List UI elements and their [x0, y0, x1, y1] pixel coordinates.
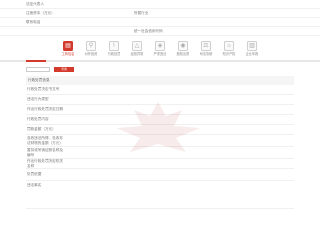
- tab-label: 企业年报: [245, 52, 259, 57]
- detail-label: 行政处罚决定书文号: [27, 87, 60, 92]
- tab-illegal[interactable]: ◈ 严重违法: [149, 41, 172, 57]
- search-button[interactable]: 查询: [54, 67, 74, 72]
- info-label: 联系电话: [26, 19, 41, 24]
- detail-row: 行政处罚内容: [26, 115, 294, 125]
- detail-label: 作出行政处罚决定日期: [27, 107, 63, 112]
- detail-label: 行政处罚内容: [27, 117, 49, 122]
- active-tab-indicator: [26, 60, 46, 62]
- tab-label: 经营异常: [130, 52, 144, 57]
- document-icon: ▤: [63, 41, 73, 52]
- detail-label: 暂扣或吊销证照名称及编号: [27, 148, 63, 157]
- info-label-2: 统一社会信用代码: [134, 28, 163, 33]
- tab-annual-report[interactable]: ▥ 企业年报: [241, 41, 264, 57]
- detail-row: 作出行政处罚决定日期: [26, 105, 294, 115]
- detail-row: 没收违法所得、没收非法财物的金额（万元）: [26, 135, 294, 147]
- info-label: 注册资本（万元）: [26, 10, 55, 15]
- tab-abnormal[interactable]: △ 经营异常: [126, 41, 149, 57]
- info-row: 法定代表人: [0, 0, 320, 9]
- alert-icon: !: [109, 41, 119, 52]
- detail-label: 没收违法所得、没收非法财物的金额（万元）: [27, 136, 63, 145]
- detail-label: 罚款金额（万元）: [27, 127, 56, 132]
- filter-bar: 查询: [0, 64, 320, 75]
- report-icon: ▥: [247, 41, 257, 52]
- network-icon: ⚲: [86, 41, 96, 52]
- filter-input[interactable]: [26, 67, 50, 72]
- detail-row: 行政处罚决定书文号: [26, 85, 294, 95]
- penalty-detail-table: 行政处罚决定书文号 违法行为类型 作出行政处罚决定日期 行政处罚内容 罚款金额（…: [26, 85, 294, 209]
- tab-label: 股权出质: [176, 52, 190, 57]
- detail-label: 违法事实: [27, 183, 42, 187]
- tab-label: 对外投资: [84, 52, 98, 57]
- tab-judicial[interactable]: ⚖ 司法协助: [195, 41, 218, 57]
- tab-pledge[interactable]: ◉ 股权出质: [172, 41, 195, 57]
- tab-label: 知识产权: [222, 52, 236, 57]
- tab-label: 严重违法: [153, 52, 167, 57]
- tab-label: 司法协助: [199, 52, 213, 57]
- company-info-panel: 法定代表人 注册资本（万元） 所属行业 联系电话 统一社会信用代码: [0, 0, 320, 36]
- detail-label: 作出行政处罚决定机关名称: [27, 159, 63, 168]
- info-label-2: 所属行业: [134, 10, 149, 15]
- tab-ip[interactable]: ☼ 知识产权: [218, 41, 241, 57]
- section-header: 行政处罚信息: [26, 76, 294, 85]
- section-title: 行政处罚信息: [28, 78, 50, 83]
- detail-row: 暂扣或吊销证照名称及编号: [26, 147, 294, 159]
- tab-investment[interactable]: ⚲ 对外投资: [80, 41, 103, 57]
- tab-penalty[interactable]: ! 行政处罚: [103, 41, 126, 57]
- info-row: 联系电话: [0, 18, 320, 27]
- detail-label: 违法行为类型: [27, 97, 49, 102]
- detail-row: 违法事实: [26, 181, 294, 209]
- stamp-icon: ◉: [178, 41, 188, 52]
- detail-label: 处罚依据: [27, 172, 42, 177]
- tab-business-info[interactable]: ▤ 工商信息: [57, 41, 80, 57]
- info-label: 法定代表人: [26, 1, 44, 6]
- tab-label: 行政处罚: [107, 52, 121, 57]
- category-tab-bar: ▤ 工商信息 ⚲ 对外投资 ! 行政处罚 △ 经营异常 ◈ 严重违法 ◉ 股权出…: [0, 37, 320, 62]
- detail-row: 罚款金额（万元）: [26, 125, 294, 135]
- bulb-icon: ☼: [224, 41, 234, 52]
- detail-row: 违法行为类型: [26, 95, 294, 105]
- warning-icon: △: [132, 41, 142, 52]
- scale-icon: ⚖: [201, 41, 211, 52]
- info-row: 统一社会信用代码: [0, 27, 320, 36]
- info-row: 注册资本（万元） 所属行业: [0, 9, 320, 18]
- detail-row: 处罚依据: [26, 169, 294, 181]
- detail-row: 作出行政处罚决定机关名称: [26, 159, 294, 169]
- shield-icon: ◈: [155, 41, 165, 52]
- tab-label: 工商信息: [61, 52, 75, 57]
